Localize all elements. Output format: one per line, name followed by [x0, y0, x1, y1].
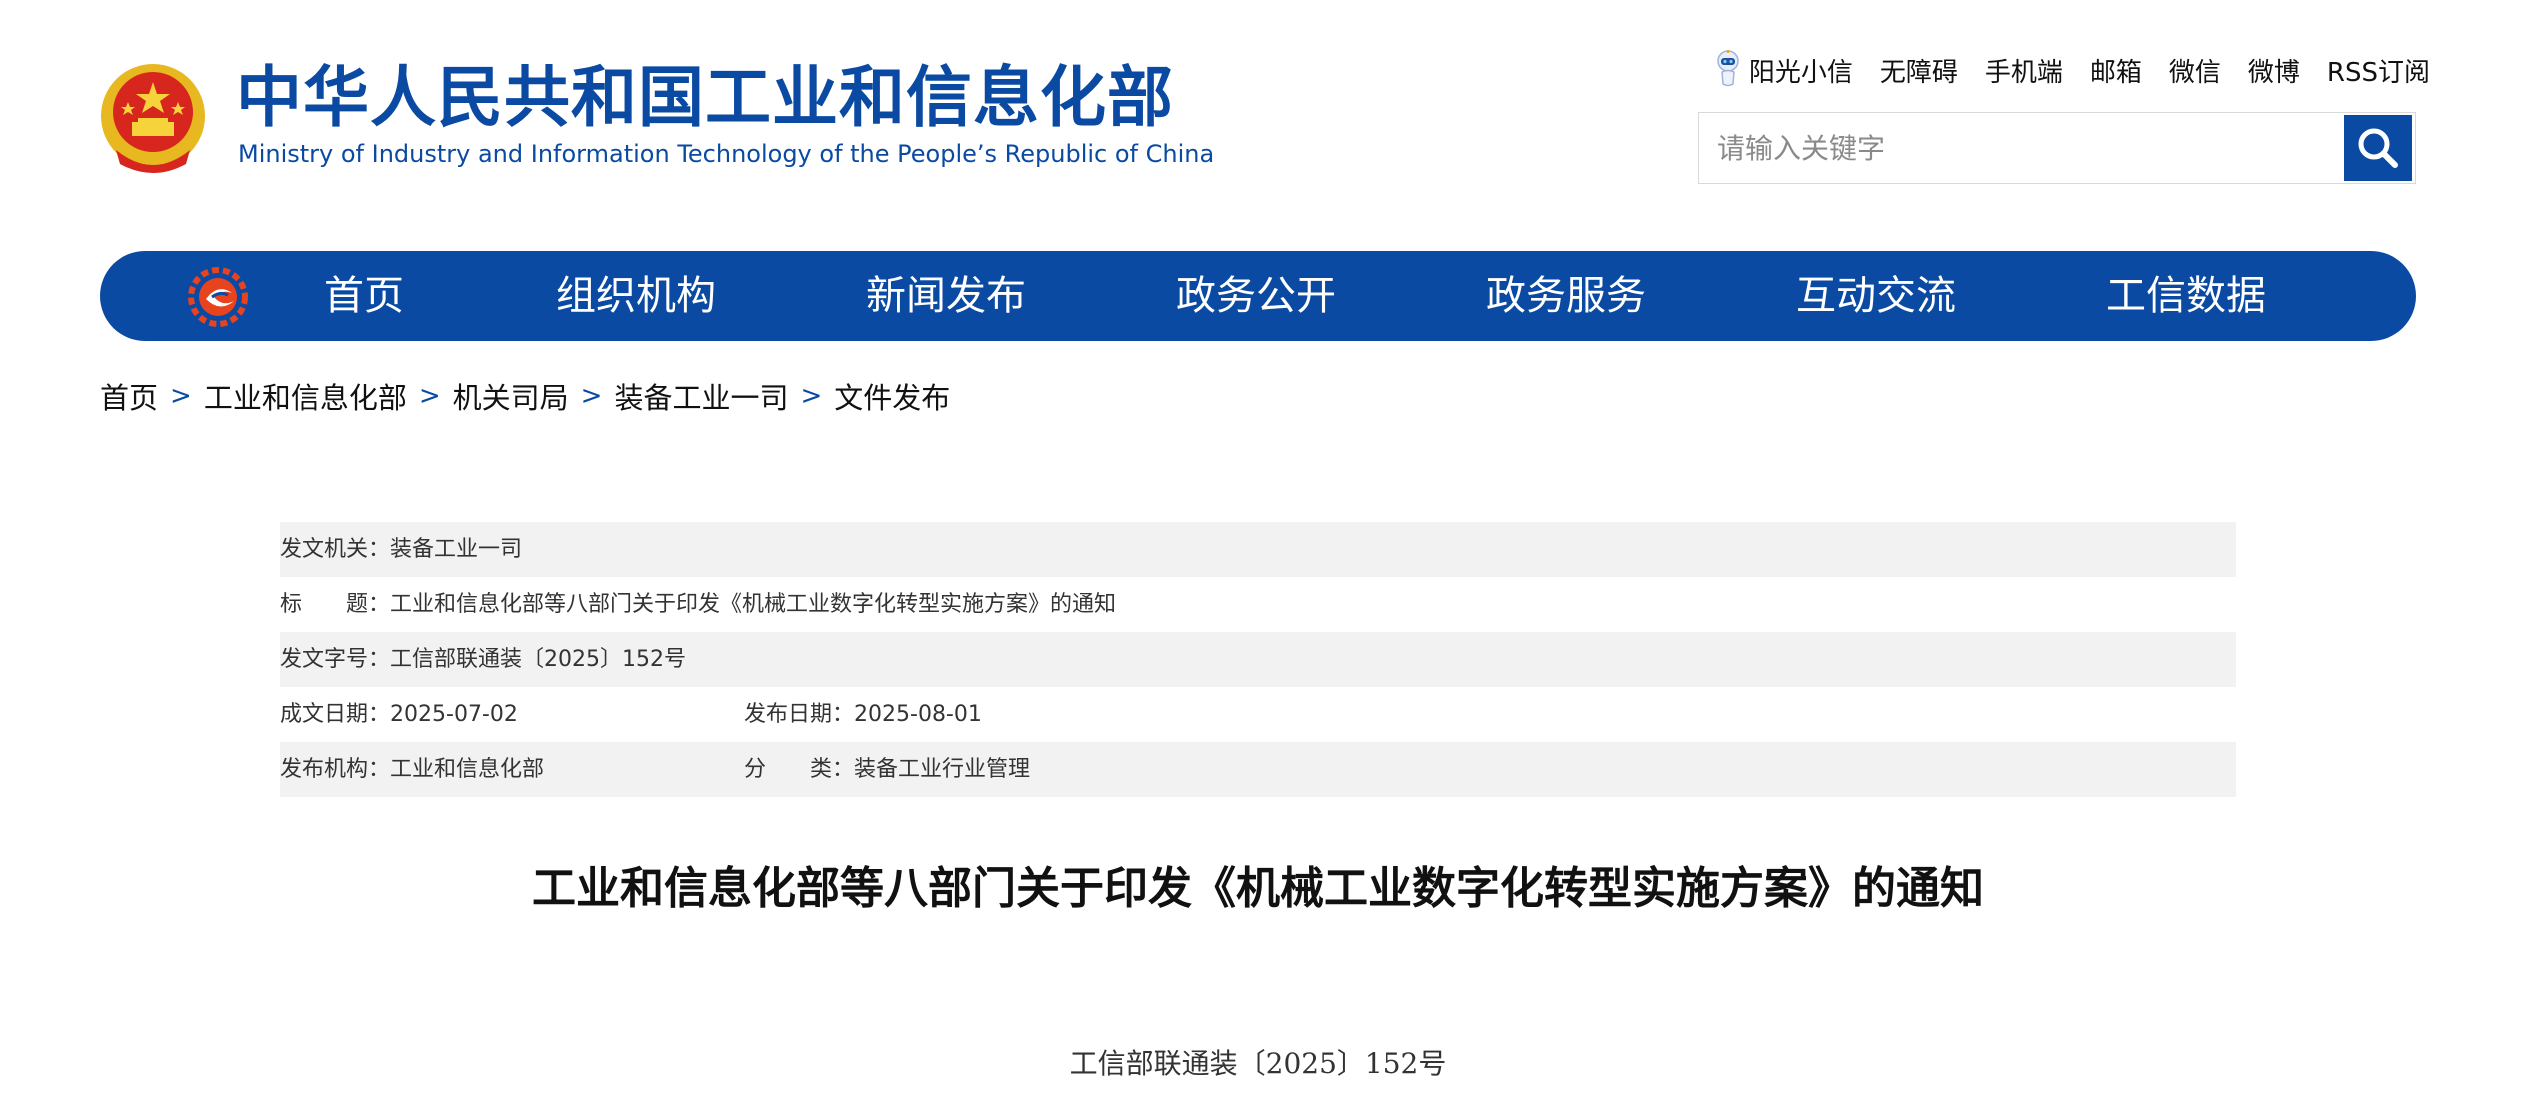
breadcrumb-departments[interactable]: 机关司局 [453, 375, 569, 417]
page: 中华人民共和国工业和信息化部 Ministry of Industry and … [0, 0, 2536, 1110]
site-title-english: Ministry of Industry and Information Tec… [238, 140, 1215, 168]
meta-row-dates: 成文日期：2025-07-02 发布日期：2025-08-01 [280, 687, 2236, 742]
breadcrumb-ministry[interactable]: 工业和信息化部 [204, 375, 407, 417]
document-meta-table: 发文机关：装备工业一司 标 题：工业和信息化部等八部门关于印发《机械工业数字化转… [280, 522, 2236, 797]
robot-mascot-icon [1717, 50, 1739, 87]
nav-government-services[interactable]: 政务服务 [1486, 251, 1646, 341]
main-nav: 首页 组织机构 新闻发布 政务公开 政务服务 互动交流 工信数据 [100, 251, 2416, 341]
meta-category-label: 分 类： [744, 757, 855, 782]
breadcrumb-equipment-dept[interactable]: 装备工业一司 [614, 375, 788, 417]
meta-issuer-value: 装备工业一司 [390, 537, 523, 562]
meta-doc-number-label: 发文字号： [280, 647, 391, 672]
nav-interaction[interactable]: 互动交流 [1796, 251, 1956, 341]
nav-data[interactable]: 工信数据 [2106, 251, 2266, 341]
meta-row-title: 标 题：工业和信息化部等八部门关于印发《机械工业数字化转型实施方案》的通知 [280, 577, 2236, 632]
search-box [1698, 112, 2416, 184]
meta-agency-value: 工业和信息化部 [390, 757, 545, 782]
article-title: 工业和信息化部等八部门关于印发《机械工业数字化转型实施方案》的通知 [532, 863, 1984, 914]
ministry-logo-icon [188, 267, 248, 327]
breadcrumb-home[interactable]: 首页 [100, 375, 158, 417]
article-doc-number: 工信部联通装〔2025〕152号 [1069, 1047, 1447, 1080]
meta-title-value: 工业和信息化部等八部门关于印发《机械工业数字化转型实施方案》的通知 [390, 592, 1117, 617]
search-button[interactable] [2344, 115, 2412, 181]
top-link-sunshine[interactable]: 阳光小信 [1715, 50, 1853, 90]
national-emblem-icon [101, 64, 205, 173]
top-link-accessibility[interactable]: 无障碍 [1880, 52, 1958, 89]
breadcrumb: 首页 > 工业和信息化部 > 机关司局 > 装备工业一司 > 文件发布 [100, 376, 950, 416]
meta-created-label: 成文日期： [280, 702, 391, 727]
nav-organization[interactable]: 组织机构 [556, 251, 716, 341]
search-input[interactable] [1699, 113, 2339, 183]
meta-agency-label: 发布机构： [280, 757, 391, 782]
breadcrumb-separator: > [170, 381, 192, 411]
breadcrumb-separator: > [800, 381, 823, 411]
meta-created-value: 2025-07-02 [390, 702, 518, 727]
meta-title-label: 标 题： [280, 592, 391, 617]
search-icon [2358, 128, 2398, 168]
top-link-rss[interactable]: RSS订阅 [2327, 52, 2430, 89]
breadcrumb-separator: > [418, 381, 441, 411]
breadcrumb-separator: > [580, 381, 603, 411]
meta-category-value: 装备工业行业管理 [854, 757, 1031, 782]
nav-home[interactable]: 首页 [324, 251, 404, 341]
top-link-mobile[interactable]: 手机端 [1985, 52, 2063, 89]
nav-news[interactable]: 新闻发布 [866, 251, 1026, 341]
meta-row-issuer: 发文机关：装备工业一司 [280, 522, 2236, 577]
breadcrumb-documents[interactable]: 文件发布 [834, 375, 950, 417]
meta-doc-number-value: 工信部联通装〔2025〕152号 [390, 647, 686, 672]
top-link-weibo[interactable]: 微博 [2248, 52, 2300, 89]
site-title: 中华人民共和国工业和信息化部 [236, 59, 1174, 136]
meta-row-agency: 发布机构：工业和信息化部 分 类：装备工业行业管理 [280, 742, 2236, 797]
top-link-sunshine-label: 阳光小信 [1748, 57, 1853, 88]
top-link-mail[interactable]: 邮箱 [2090, 52, 2142, 89]
top-links: 阳光小信 无障碍 手机端 邮箱 微信 微博 RSS订阅 [1700, 50, 2430, 90]
meta-issuer-label: 发文机关： [280, 537, 391, 562]
meta-row-doc-number: 发文字号：工信部联通装〔2025〕152号 [280, 632, 2236, 687]
top-link-wechat[interactable]: 微信 [2169, 52, 2221, 89]
nav-government-affairs[interactable]: 政务公开 [1176, 251, 1336, 341]
meta-published-label: 发布日期： [744, 702, 855, 727]
meta-published-value: 2025-08-01 [854, 702, 982, 727]
